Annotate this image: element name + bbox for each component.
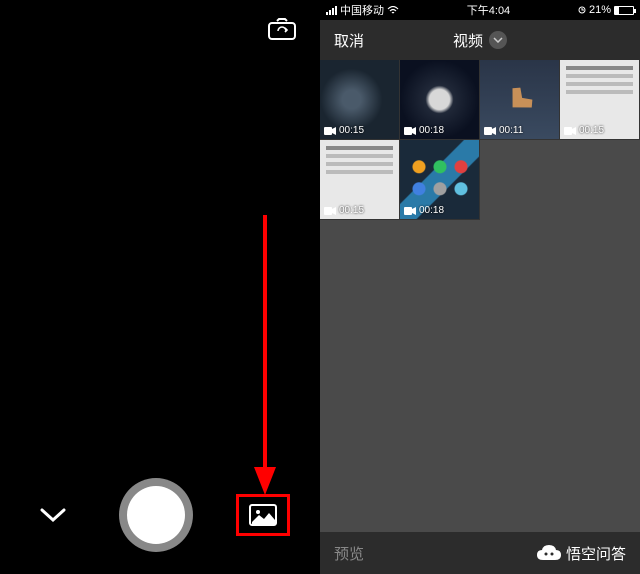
shutter-inner <box>127 486 185 544</box>
video-thumb[interactable]: 00:18 <box>400 60 480 140</box>
gallery-icon <box>249 504 277 526</box>
chevron-down-icon <box>489 31 507 49</box>
camera-bottom-bar <box>0 478 320 552</box>
video-thumb[interactable]: 00:15 <box>320 140 400 220</box>
video-icon <box>404 127 416 135</box>
camera-screen <box>0 0 320 574</box>
wifi-icon <box>387 6 399 15</box>
video-thumb[interactable]: 00:15 <box>320 60 400 140</box>
close-camera-button[interactable] <box>38 505 68 525</box>
duration-label: 00:15 <box>339 205 364 216</box>
cancel-button[interactable]: 取消 <box>334 30 364 51</box>
video-icon <box>404 207 416 215</box>
duration-label: 00:15 <box>339 125 364 136</box>
video-icon <box>484 127 496 135</box>
video-picker-screen: 中国移动 下午4:04 21% 取消 视频 00:15 00:18 00:11 <box>320 0 640 574</box>
carrier-label: 中国移动 <box>340 2 384 18</box>
video-icon <box>324 207 336 215</box>
video-thumb[interactable]: 00:11 <box>480 60 560 140</box>
video-thumb[interactable]: 00:18 <box>400 140 480 220</box>
media-type-label: 视频 <box>453 30 483 51</box>
watermark: 悟空问答 <box>536 543 626 564</box>
video-icon <box>324 127 336 135</box>
battery-icon <box>614 6 634 15</box>
clock-label: 下午4:04 <box>467 2 510 18</box>
annotation-arrow <box>250 215 280 495</box>
open-gallery-button[interactable] <box>236 494 290 536</box>
signal-icon <box>326 6 337 15</box>
duration-label: 00:11 <box>499 125 523 136</box>
shutter-button[interactable] <box>119 478 193 552</box>
video-thumb[interactable]: 00:15 <box>560 60 640 140</box>
status-bar: 中国移动 下午4:04 21% <box>320 0 640 20</box>
alarm-icon <box>578 5 586 15</box>
watermark-label: 悟空问答 <box>566 543 626 564</box>
preview-button[interactable]: 预览 <box>334 543 364 564</box>
picker-footer: 预览 悟空问答 <box>320 532 640 574</box>
picker-nav-bar: 取消 视频 <box>320 20 640 60</box>
switch-camera-button[interactable] <box>268 18 296 40</box>
duration-label: 00:18 <box>419 125 444 136</box>
battery-pct-label: 21% <box>589 4 611 16</box>
video-grid: 00:15 00:18 00:11 00:15 00:15 00:18 <box>320 60 640 532</box>
duration-label: 00:15 <box>579 125 604 136</box>
cloud-icon <box>536 544 562 562</box>
chevron-down-icon <box>38 505 68 525</box>
camera-switch-icon <box>268 18 296 40</box>
video-icon <box>564 127 576 135</box>
media-type-dropdown[interactable]: 视频 <box>453 30 507 51</box>
duration-label: 00:18 <box>419 205 444 216</box>
